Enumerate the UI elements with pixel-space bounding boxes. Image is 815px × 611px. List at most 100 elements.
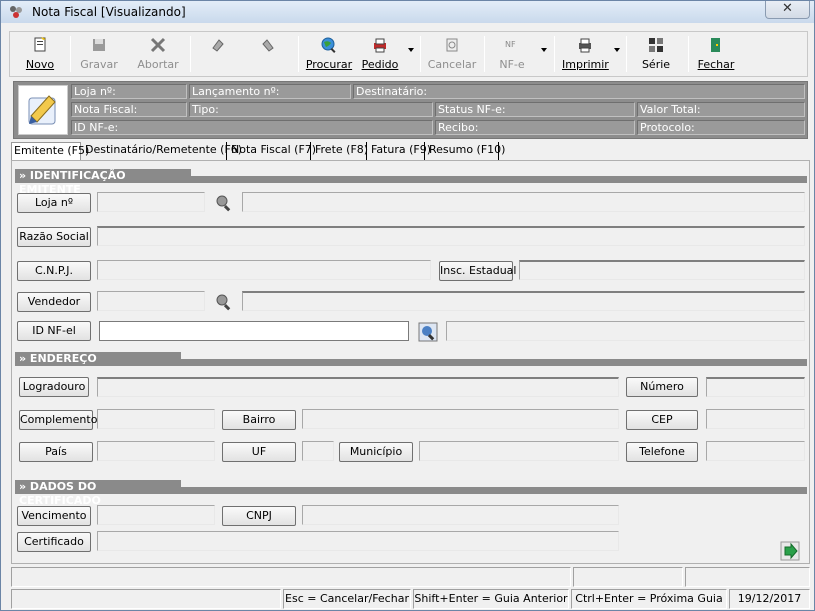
cnpj-field[interactable]: [97, 260, 431, 280]
cancelar-label: Cancelar: [427, 58, 477, 71]
tab-destinatario[interactable]: Destinatário/Remetente (F6): [83, 142, 242, 160]
cep-button[interactable]: CEP: [626, 410, 698, 430]
id-nfe-button[interactable]: ID NF-el: [17, 321, 91, 341]
bairro-button[interactable]: Bairro: [222, 410, 296, 430]
printer-icon: [579, 38, 591, 53]
serie-label: Série: [641, 58, 671, 71]
pais-button[interactable]: País: [19, 442, 93, 462]
complemento-field[interactable]: [97, 409, 215, 429]
status-panel-2: [573, 567, 683, 587]
procurar-label: Procurar: [305, 58, 353, 71]
vencimento-field[interactable]: [97, 505, 215, 525]
procurar-button[interactable]: Procurar: [304, 34, 354, 76]
pedido-dropdown-caret[interactable]: [408, 48, 414, 52]
search-icon[interactable]: [215, 293, 233, 311]
insc-estadual-button[interactable]: Insc. Estadual: [439, 261, 516, 281]
id-nfe-input[interactable]: [99, 321, 409, 341]
certificado-button[interactable]: Certificado: [17, 532, 91, 552]
tab-fatura[interactable]: Fatura (F9): [369, 142, 431, 160]
tab-emitente[interactable]: Emitente (F5): [11, 142, 89, 160]
abort-x-icon: [150, 37, 166, 53]
nfe-button[interactable]: NF NF-e: [492, 34, 532, 76]
bairro-field[interactable]: [302, 409, 619, 429]
uf-button[interactable]: UF: [222, 442, 296, 462]
separator: [420, 36, 421, 72]
status-message-panel: [11, 567, 571, 587]
document-header: Loja nº: Lançamento nº: Destinatário: No…: [13, 81, 808, 139]
status-panel-3: [685, 567, 810, 587]
header-status-nfe: Status NF-e:: [435, 102, 635, 117]
eraser-left-button[interactable]: [206, 34, 230, 76]
gravar-button[interactable]: Gravar: [76, 34, 122, 76]
cnpj-button[interactable]: C.N.P.J.: [17, 261, 91, 281]
logradouro-button[interactable]: Logradouro: [19, 377, 89, 397]
vendedor-button[interactable]: Vendedor: [17, 292, 91, 312]
search-icon[interactable]: [215, 194, 233, 212]
section-endereco: » ENDEREÇO: [15, 352, 807, 366]
razao-social-button[interactable]: Razão Social: [17, 227, 91, 247]
telefone-button[interactable]: Telefone: [626, 442, 698, 462]
close-window-button[interactable]: ✕: [765, 1, 810, 19]
status-bar: Esc = Cancelar/Fechar Shift+Enter = Guia…: [11, 589, 810, 609]
exit-door-icon: [711, 38, 720, 52]
numero-button[interactable]: Número: [626, 377, 698, 397]
serie-button[interactable]: Série: [636, 34, 676, 76]
nfe-logo: [18, 85, 68, 135]
complemento-button[interactable]: Complemento: [19, 410, 97, 430]
municipio-field[interactable]: [419, 441, 619, 461]
loja-name-field[interactable]: [242, 192, 805, 212]
certificado-field[interactable]: [97, 531, 619, 551]
cert-cnpj-button[interactable]: CNPJ: [222, 506, 296, 526]
novo-button[interactable]: Novo: [16, 34, 64, 76]
vendedor-field[interactable]: [97, 291, 205, 311]
pais-field[interactable]: [97, 441, 215, 461]
separator: [554, 36, 555, 72]
header-recibo: Recibo:: [435, 120, 635, 135]
separator: [484, 36, 485, 72]
eraser-right-button[interactable]: [256, 34, 280, 76]
municipio-button[interactable]: Município: [339, 442, 413, 462]
vendedor-name-field[interactable]: [242, 291, 805, 311]
pedido-button[interactable]: Pedido: [358, 34, 402, 76]
nfe-icon: NF: [505, 40, 516, 49]
imprimir-button[interactable]: Imprimir: [562, 34, 609, 76]
globe-search-icon: [321, 37, 336, 53]
pedido-label: Pedido: [361, 58, 399, 71]
loja-button[interactable]: Loja nº: [17, 193, 91, 213]
window: Nota Fiscal [Visualizando] ✕ Novo Gravar…: [0, 0, 815, 611]
separator: [688, 36, 689, 72]
emitente-panel: » IDENTIFICAÇÃO EMITENTE Loja nº Razão S…: [11, 160, 810, 564]
next-arrow-icon[interactable]: [780, 541, 800, 561]
fechar-button[interactable]: Fechar: [696, 34, 736, 76]
imprimir-dropdown-caret[interactable]: [614, 48, 620, 52]
svg-text:NF: NF: [505, 40, 516, 49]
insc-estadual-field[interactable]: [519, 260, 805, 280]
status-date: 19/12/2017: [729, 589, 810, 609]
abortar-button[interactable]: Abortar: [132, 34, 184, 76]
header-loja: Loja nº:: [71, 84, 187, 99]
cep-field[interactable]: [706, 409, 805, 429]
nfe-dropdown-caret[interactable]: [541, 48, 547, 52]
section-title: » IDENTIFICAÇÃO EMITENTE: [15, 169, 191, 196]
nfe-lookup-icon[interactable]: [418, 322, 438, 342]
status-area: [11, 567, 810, 587]
telefone-field[interactable]: [706, 441, 805, 461]
loja-field[interactable]: [97, 192, 205, 212]
printer-red-icon: [374, 38, 386, 53]
id-nfe-desc-field[interactable]: [446, 321, 805, 341]
cancelar-button[interactable]: Cancelar: [426, 34, 478, 76]
razao-social-field[interactable]: [97, 226, 805, 246]
section-title: » DADOS DO CERTIFICADO: [15, 480, 181, 507]
cert-cnpj-field[interactable]: [302, 505, 619, 525]
tab-nota-fiscal[interactable]: Nota Fiscal (F7): [229, 142, 316, 160]
abortar-label: Abortar: [137, 58, 179, 71]
logradouro-field[interactable]: [97, 377, 619, 397]
tab-frete[interactable]: Frete (F8): [313, 142, 368, 160]
title-bar: Nota Fiscal [Visualizando] ✕: [1, 1, 814, 23]
tab-resumo[interactable]: Resumo (F10): [427, 142, 505, 160]
status-shift: Shift+Enter = Guia Anterior: [413, 589, 569, 609]
vencimento-button[interactable]: Vencimento: [17, 506, 91, 526]
numero-field[interactable]: [706, 377, 805, 397]
uf-field[interactable]: [302, 441, 334, 461]
header-destinatario: Destinatário:: [353, 84, 805, 99]
